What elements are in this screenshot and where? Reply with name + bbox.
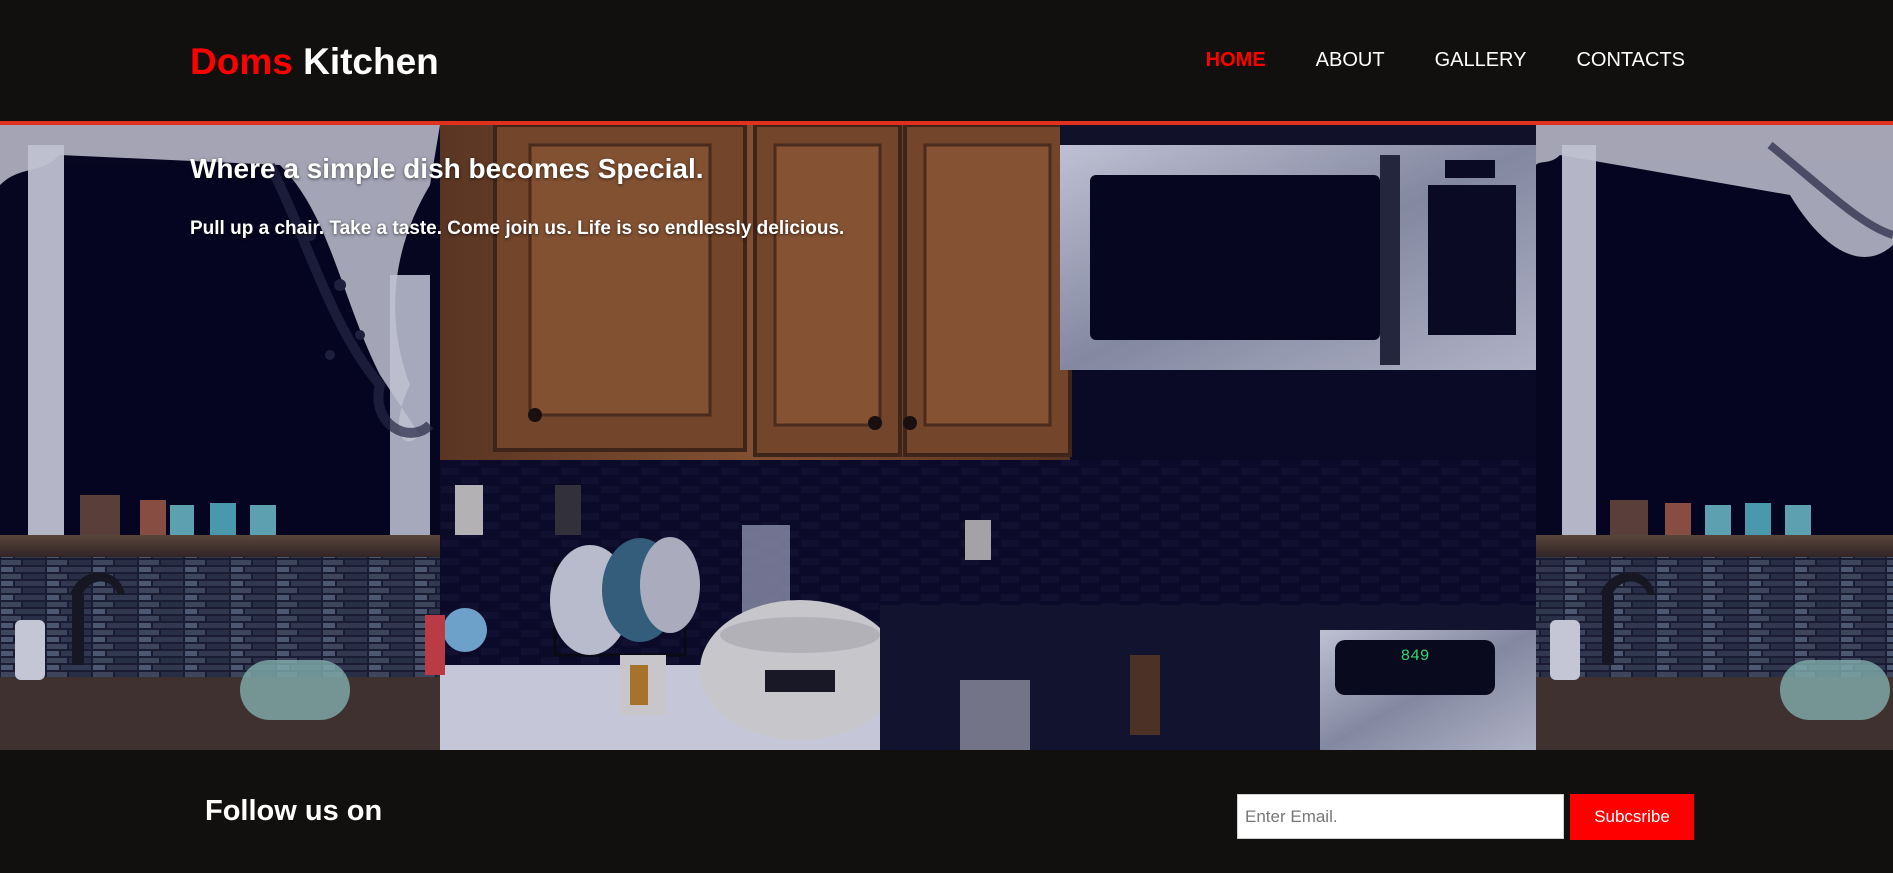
nav-gallery[interactable]: GALLERY xyxy=(1435,48,1527,72)
email-input[interactable] xyxy=(1237,794,1564,839)
nav-about[interactable]: ABOUT xyxy=(1316,48,1385,72)
follow-us-label: Follow us on xyxy=(205,795,383,827)
hero-subtitle: Pull up a chair. Take a taste. Come join… xyxy=(190,218,845,239)
subscribe-button[interactable]: Subcsribe xyxy=(1570,794,1694,840)
site-header: Doms Kitchen HOME ABOUT GALLERY CONTACTS xyxy=(0,0,1893,125)
nav-home[interactable]: HOME xyxy=(1206,48,1266,72)
brand-rest: Kitchen xyxy=(303,41,439,82)
hero-banner: 849 Where a simple dish becomes Special.… xyxy=(0,125,1893,750)
nav-contacts[interactable]: CONTACTS xyxy=(1576,48,1685,72)
hero-title: Where a simple dish becomes Special. xyxy=(190,153,704,184)
site-footer: Follow us on Subcsribe xyxy=(0,750,1893,873)
brand-logo[interactable]: Doms Kitchen xyxy=(190,40,439,84)
brand-accent: Doms xyxy=(190,41,293,82)
main-nav: HOME ABOUT GALLERY CONTACTS xyxy=(1206,48,1685,72)
